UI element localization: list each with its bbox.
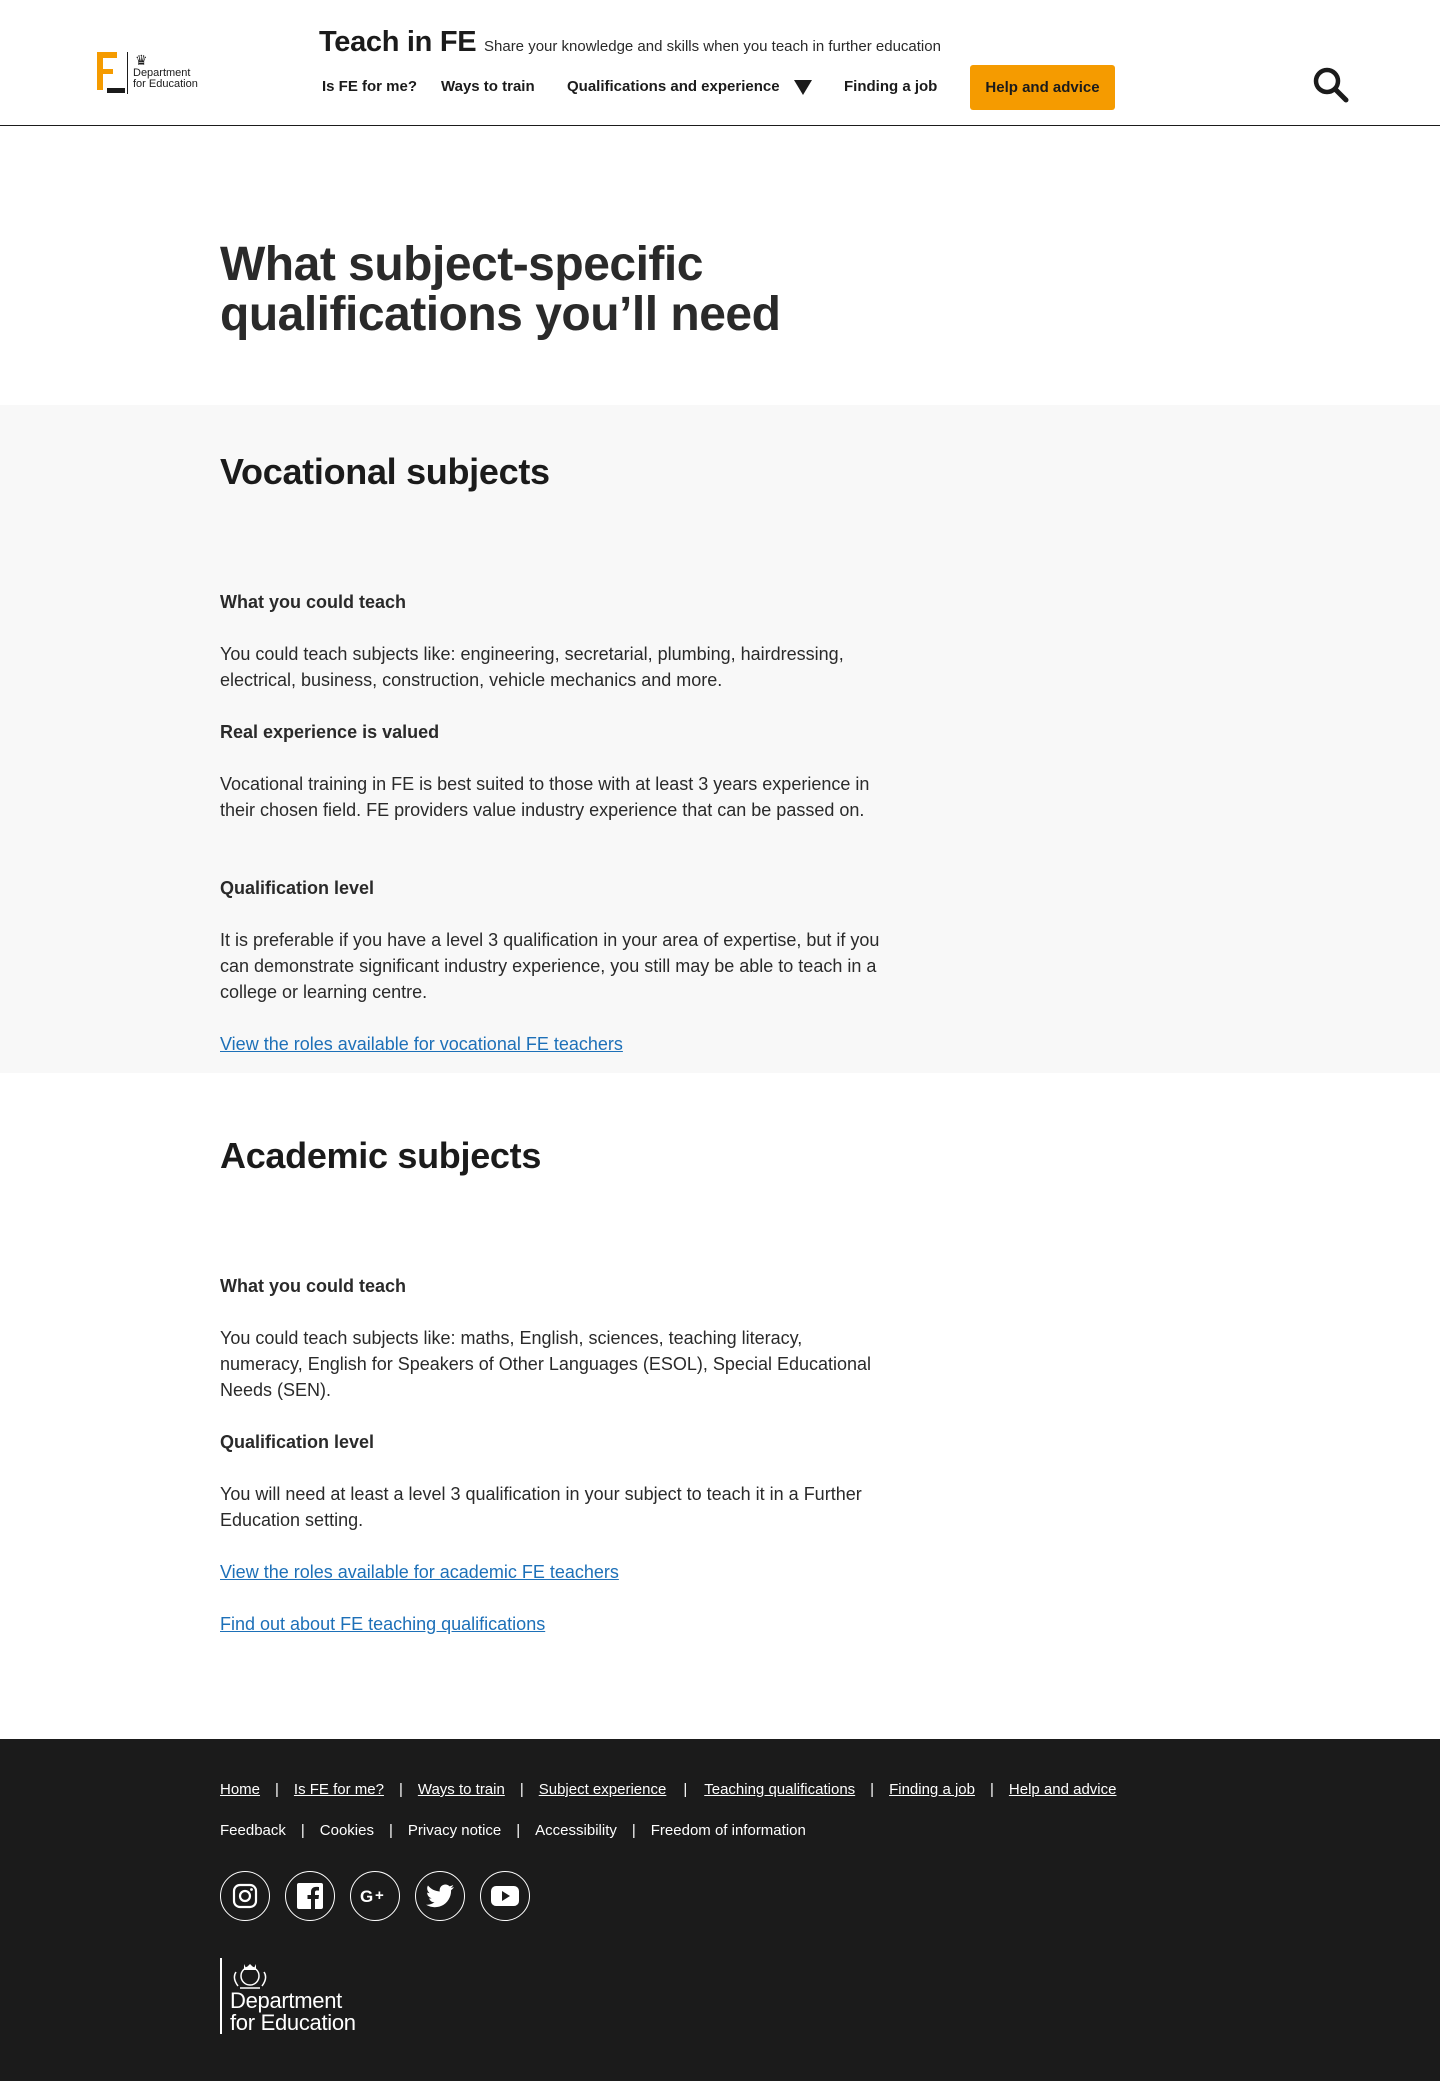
footer-separator: | — [398, 1781, 403, 1798]
nav-ways-to-train[interactable]: Ways to train — [441, 78, 535, 95]
vocational-roles-link[interactable]: View the roles available for vocational … — [220, 1031, 623, 1057]
vocational-level-heading: Qualification level — [220, 878, 375, 898]
footer-link-finding[interactable]: Finding a job — [889, 1781, 975, 1798]
svg-text:+: + — [375, 1887, 384, 1904]
academic-level-text: You will need at least a level 3 qualifi… — [220, 1484, 862, 1530]
svg-text:G: G — [360, 1887, 373, 1906]
nav-finding-a-job[interactable]: Finding a job — [844, 78, 937, 95]
academic-level-heading: Qualification level — [220, 1432, 375, 1452]
vocational-experience-text: Vocational training in FE is best suited… — [220, 774, 870, 820]
vocational-teach-heading: What you could teach — [220, 592, 407, 612]
vocational-level-text: It is preferable if you have a level 3 q… — [220, 930, 880, 1002]
footer-separator: | — [870, 1781, 875, 1798]
dropdown-arrow-icon[interactable] — [794, 80, 812, 95]
footer-link-teaching-quals[interactable]: Teaching qualifications — [704, 1781, 855, 1798]
youtube-icon[interactable] — [480, 1871, 530, 1921]
academic-section: Academic subjects What you could teach Y… — [0, 1073, 1440, 1739]
instagram-icon[interactable] — [220, 1871, 270, 1921]
page-title: What subject-specific qualifications you… — [220, 238, 781, 341]
footer-separator: | — [683, 1781, 688, 1798]
footer-separator: | — [989, 1781, 994, 1798]
vocational-experience-heading: Real experience is valued — [220, 722, 440, 742]
nav-is-fe-for-me[interactable]: Is FE for me? — [322, 78, 417, 95]
site-tagline: Share your knowledge and skills when you… — [484, 38, 941, 55]
vocational-heading: Vocational subjects — [220, 451, 550, 492]
fe-dfe-logo[interactable]: ♛ Department for Education — [97, 52, 203, 94]
footer-link-feedback[interactable]: Feedback — [220, 1822, 286, 1839]
dfe-footer-logo-line1: Department — [230, 1988, 342, 2013]
academic-teach-heading: What you could teach — [220, 1276, 407, 1296]
search-icon[interactable] — [1312, 66, 1350, 104]
footer-separator: | — [388, 1822, 393, 1839]
footer-secondary-links: Feedback | Cookies | Privacy notice | Accessib… — [220, 1822, 806, 1839]
footer-link-cookies[interactable]: Cookies — [320, 1822, 374, 1839]
dfe-footer-logo[interactable]: Department for Education — [220, 1958, 356, 2034]
nav-qualifications-and-experience[interactable]: Qualifications and experience — [567, 78, 780, 95]
footer-link-ways[interactable]: Ways to train — [418, 1781, 505, 1798]
footer-link-foi[interactable]: Freedom of information — [651, 1822, 806, 1839]
facebook-icon[interactable] — [285, 1871, 335, 1921]
academic-roles-link[interactable]: View the roles available for academic FE… — [220, 1559, 619, 1585]
footer-separator: | — [300, 1822, 305, 1839]
fe-logo-mark — [97, 52, 129, 94]
footer-link-is-fe[interactable]: Is FE for me? — [294, 1781, 384, 1798]
dfe-logo-small: ♛ Department for Education — [133, 52, 203, 90]
site-footer: Home | Is FE for me? | Ways to train | Subject… — [0, 1739, 1440, 2081]
footer-separator: | — [516, 1822, 521, 1839]
royal-crest-icon: ♛ — [135, 52, 148, 68]
dfe-footer-logo-line2: for Education — [230, 2010, 356, 2035]
footer-primary-links: Home | Is FE for me? | Ways to train | Subject… — [220, 1781, 1116, 1798]
academic-teach-text: You could teach subjects like: maths, En… — [220, 1328, 872, 1400]
dfe-logo-small-text: Department for Education — [133, 67, 198, 90]
royal-crest-icon — [233, 1964, 267, 1989]
vocational-section: Vocational subjects What you could teach… — [0, 405, 1440, 1073]
footer-separator: | — [519, 1781, 524, 1798]
twitter-icon[interactable] — [415, 1871, 465, 1921]
help-and-advice-button[interactable]: Help and advice — [970, 65, 1115, 110]
footer-link-home[interactable]: Home — [220, 1781, 260, 1798]
fe-teaching-qualifications-link[interactable]: Find out about FE teaching qualification… — [220, 1611, 545, 1637]
footer-link-help[interactable]: Help and advice — [1009, 1781, 1117, 1798]
footer-link-subject[interactable]: Subject experience — [539, 1781, 667, 1798]
google-plus-icon[interactable]: G + — [350, 1871, 400, 1921]
social-links: G + — [220, 1871, 530, 1921]
footer-separator: | — [631, 1822, 636, 1839]
site-title[interactable]: Teach in FE — [319, 26, 477, 59]
vocational-teach-text: You could teach subjects like: engineeri… — [220, 644, 844, 690]
site-header: ♛ Department for Education Teach in FE S… — [0, 0, 1440, 126]
footer-separator: | — [275, 1781, 279, 1798]
footer-link-privacy[interactable]: Privacy notice — [408, 1822, 501, 1839]
academic-heading: Academic subjects — [220, 1135, 542, 1176]
footer-link-accessibility[interactable]: Accessibility — [535, 1822, 617, 1839]
